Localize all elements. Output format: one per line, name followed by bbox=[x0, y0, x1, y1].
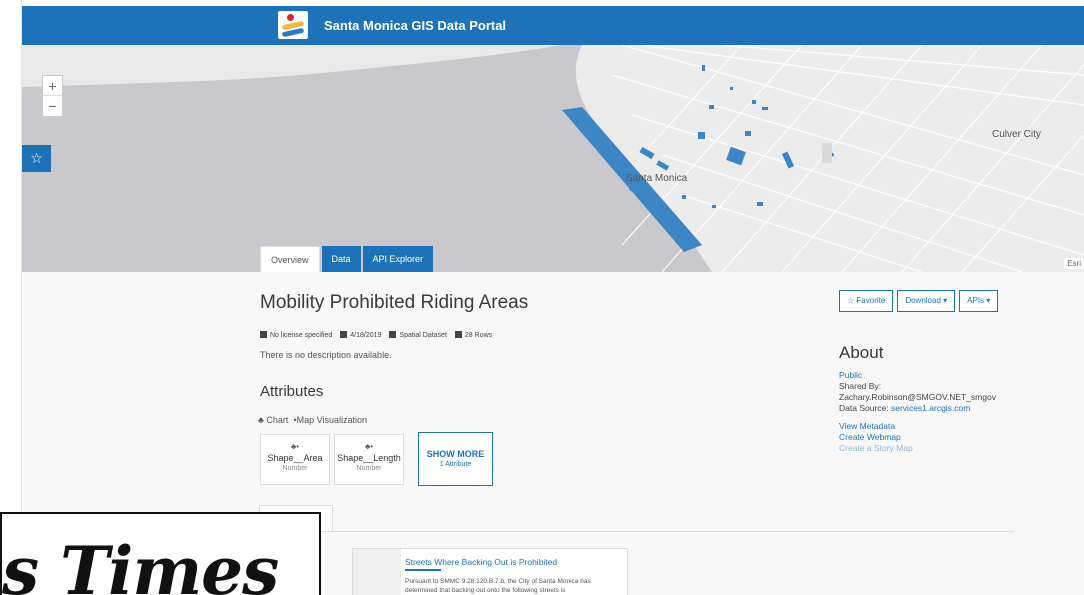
tab-api-explorer[interactable]: API Explorer bbox=[362, 246, 434, 272]
zoom-control: + − bbox=[42, 75, 63, 117]
page: Santa Monica GIS Data Portal + − ☆ Santa… bbox=[0, 0, 1084, 595]
tab-data[interactable]: Data bbox=[321, 246, 361, 272]
create-story-map-link[interactable]: Create a Story Map bbox=[839, 443, 996, 454]
chart-icon: ♣• bbox=[290, 442, 300, 451]
download-button[interactable]: Download ▾ bbox=[897, 290, 956, 312]
table-icon bbox=[454, 331, 462, 338]
file-icon bbox=[389, 331, 397, 338]
license-info: No license specified bbox=[260, 331, 332, 339]
star-icon: ☆ bbox=[847, 296, 857, 305]
about-panel: Public Shared By: Zachary.Robinson@SMGOV… bbox=[839, 370, 996, 454]
favorite-button[interactable]: ☆ Favorite bbox=[839, 290, 894, 312]
data-source-link[interactable]: services1.arcgis.com bbox=[891, 403, 970, 413]
shared-by-value: Zachary.Robinson@SMGOV.NET_smgov bbox=[839, 392, 996, 402]
map-canvas bbox=[22, 45, 1084, 272]
map-attribution[interactable]: Esri bbox=[1064, 258, 1084, 269]
create-webmap-link[interactable]: Create Webmap bbox=[839, 432, 996, 443]
shared-by-label: Shared By: bbox=[839, 381, 882, 391]
apis-button[interactable]: APIs ▾ bbox=[959, 290, 999, 312]
newspaper-masthead: s Times bbox=[2, 532, 279, 595]
dataset-tabs: Overview Data API Explorer bbox=[260, 246, 435, 272]
portal-header: Santa Monica GIS Data Portal bbox=[22, 6, 1084, 45]
tab-overview[interactable]: Overview bbox=[260, 246, 320, 272]
zoom-out-button[interactable]: − bbox=[43, 96, 62, 116]
story-title[interactable]: Streets Where Backing Out is Prohibited bbox=[405, 557, 557, 567]
chart-icon: ♣ bbox=[258, 415, 264, 425]
about-heading: About bbox=[839, 343, 884, 362]
attributes-heading: Attributes bbox=[260, 383, 324, 400]
dataset-map[interactable]: + − ☆ Santa Monica Culver City Esri bbox=[22, 45, 1084, 272]
santa-monica-logo[interactable] bbox=[278, 11, 308, 39]
map-label-santa-monica: Santa Monica bbox=[626, 173, 688, 184]
rows-info: 28 Rows bbox=[454, 331, 492, 339]
zoom-in-button[interactable]: + bbox=[43, 76, 62, 96]
dataset-description: There is no description available. bbox=[260, 350, 392, 360]
calendar-icon bbox=[340, 331, 348, 338]
caret-down-icon: ▾ bbox=[940, 296, 948, 305]
visualization-options: ♣ Chart •Map Visualization bbox=[258, 415, 367, 425]
data-source: Data Source: services1.arcgis.com bbox=[839, 403, 971, 413]
related-story-card[interactable]: Streets Where Backing Out is Prohibited … bbox=[352, 548, 628, 595]
newspaper-clipping-overlay: s Times bbox=[0, 512, 321, 595]
related-divider bbox=[259, 531, 1014, 532]
chart-icon: ♣• bbox=[364, 442, 374, 451]
show-more-attributes-button[interactable]: SHOW MORE 1 Attribute bbox=[418, 432, 493, 486]
lock-icon bbox=[260, 331, 267, 338]
type-info: Spatial Dataset bbox=[389, 331, 447, 339]
dataset-actions: ☆ Favorite Download ▾ APIs ▾ bbox=[839, 290, 999, 312]
left-edge-strip bbox=[0, 0, 22, 595]
story-thumbnail bbox=[353, 549, 401, 595]
view-metadata-link[interactable]: View Metadata bbox=[839, 421, 996, 432]
map-favorite-star-icon[interactable]: ☆ bbox=[22, 145, 51, 172]
access-public[interactable]: Public bbox=[839, 370, 996, 381]
caret-down-icon: ▾ bbox=[984, 296, 991, 305]
chart-option[interactable]: Chart bbox=[266, 415, 288, 425]
map-visualization-option[interactable]: Map Visualization bbox=[297, 415, 367, 425]
attribute-card-shape-area[interactable]: ♣• Shape__Area Number bbox=[260, 434, 330, 485]
dataset-meta: No license specified 4/18/2019 Spatial D… bbox=[260, 331, 492, 339]
story-title-underline bbox=[405, 569, 441, 571]
portal-title[interactable]: Santa Monica GIS Data Portal bbox=[324, 18, 506, 33]
story-description: Pursuant to SMMC 9.28.120.B.7.b, the Cit… bbox=[405, 578, 591, 594]
dataset-title: Mobility Prohibited Riding Areas bbox=[260, 292, 529, 313]
attribute-card-shape-length[interactable]: ♣• Shape__Length Number bbox=[334, 434, 404, 485]
map-label-culver-city: Culver City bbox=[992, 129, 1041, 140]
date-info: 4/18/2019 bbox=[340, 331, 381, 339]
